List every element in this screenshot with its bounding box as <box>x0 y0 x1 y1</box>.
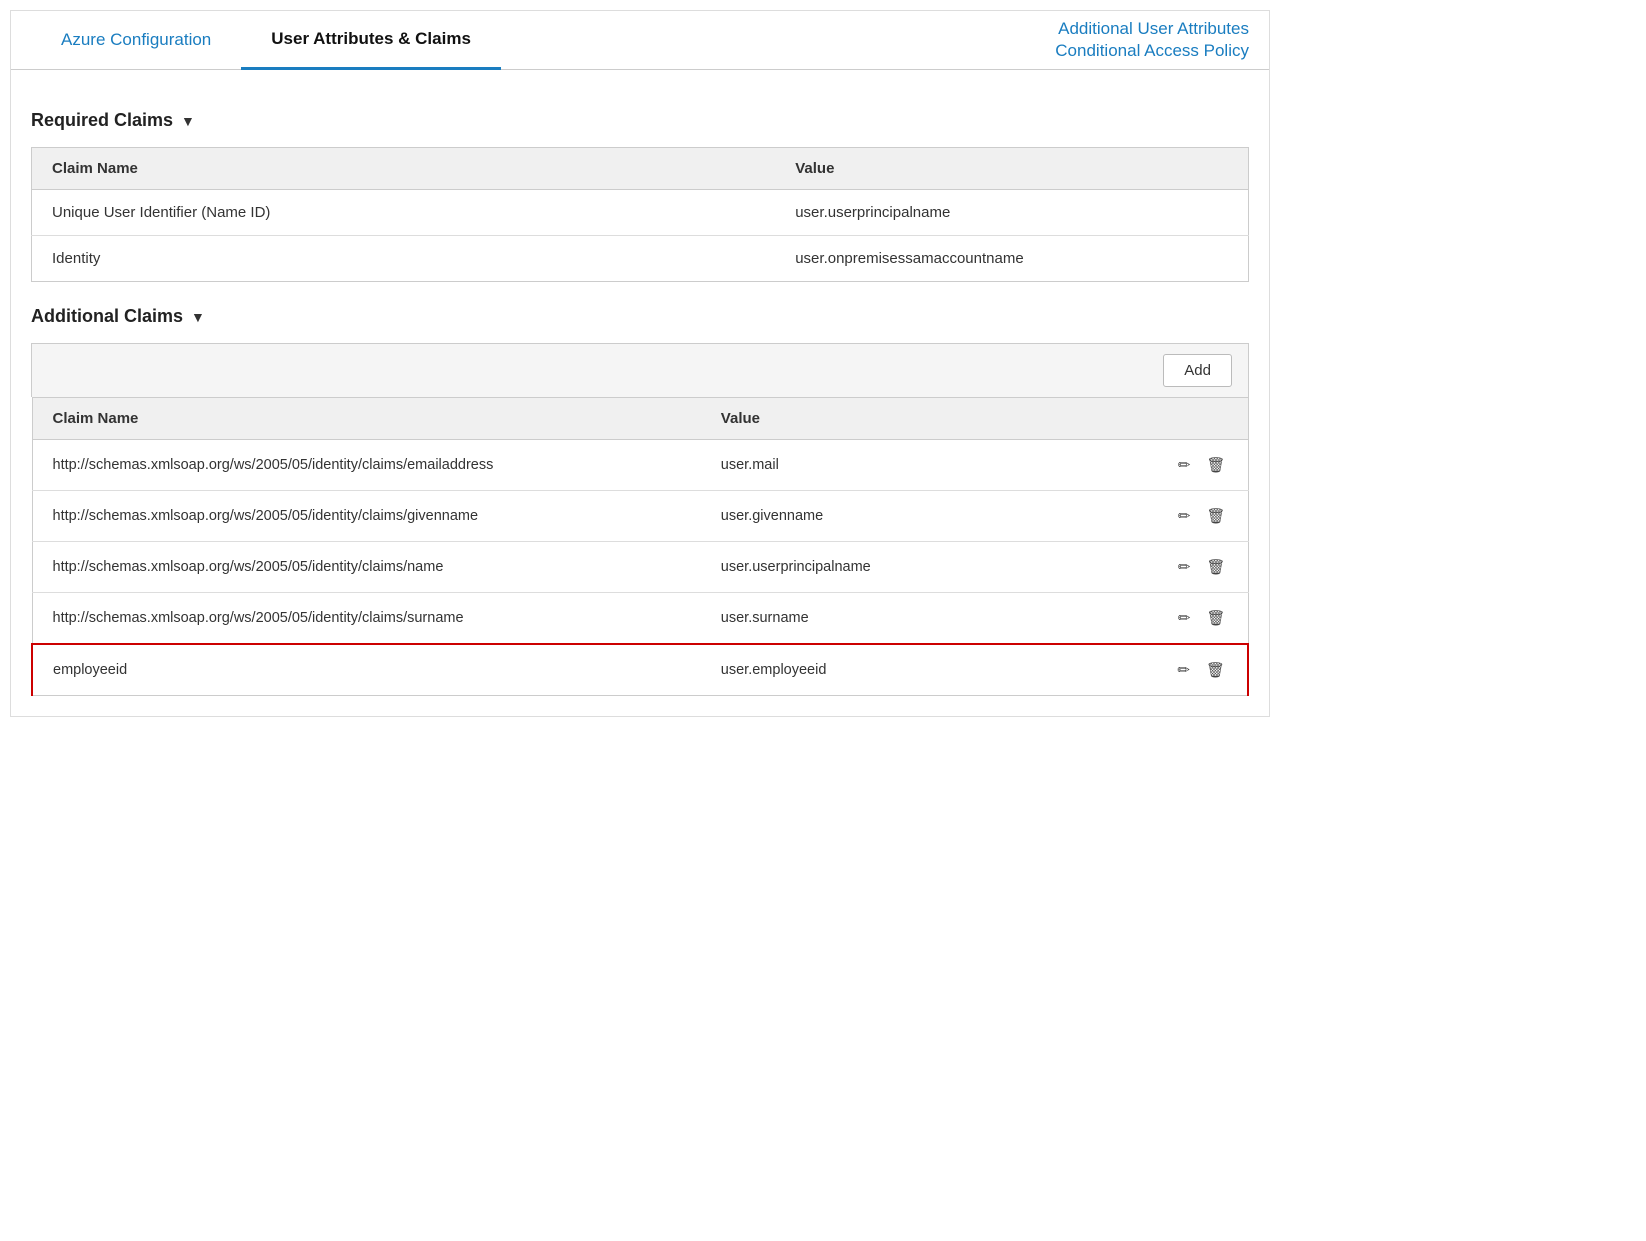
additional-claim-name-header: Claim Name <box>32 398 701 440</box>
additional-claim-name-cell: http://schemas.xmlsoap.org/ws/2005/05/id… <box>32 593 701 645</box>
required-claim-row: Identity user.onpremisessamaccountname <box>32 236 1249 282</box>
additional-claim-name-cell: http://schemas.xmlsoap.org/ws/2005/05/id… <box>32 542 701 593</box>
additional-claim-actions-cell: ✏ 🗑 <box>1126 542 1248 593</box>
additional-claim-name-cell: http://schemas.xmlsoap.org/ws/2005/05/id… <box>32 440 701 491</box>
required-claims-table: Claim Name Value Unique User Identifier … <box>31 147 1249 282</box>
delete-claim-button[interactable]: 🗑 <box>1204 659 1227 681</box>
additional-claim-actions-cell: ✏ 🗑 <box>1126 491 1248 542</box>
additional-claim-value-cell: user.userprincipalname <box>701 542 1127 593</box>
additional-claims-header-row: Claim Name Value <box>32 398 1248 440</box>
tab-right-group: Additional User Attributes Conditional A… <box>1055 19 1249 61</box>
delete-claim-button[interactable]: 🗑 <box>1204 454 1227 476</box>
tab-additional-user-attributes[interactable]: Additional User Attributes <box>1058 19 1249 39</box>
main-content: Required Claims ▼ Claim Name Value Uniqu… <box>11 70 1269 716</box>
required-claim-value-cell: user.userprincipalname <box>775 190 1248 236</box>
additional-claims-toolbar: Add <box>31 343 1249 397</box>
tab-user-attributes[interactable]: User Attributes & Claims <box>241 11 501 70</box>
additional-claims-chevron-icon[interactable]: ▼ <box>191 309 205 325</box>
tab-conditional-access[interactable]: Conditional Access Policy <box>1055 41 1249 61</box>
additional-claim-value-cell: user.employeeid <box>701 644 1127 696</box>
edit-claim-button[interactable]: ✏ <box>1176 556 1193 578</box>
required-claims-chevron-icon[interactable]: ▼ <box>181 113 195 129</box>
additional-claim-row: http://schemas.xmlsoap.org/ws/2005/05/id… <box>32 491 1248 542</box>
additional-claim-value-cell: user.surname <box>701 593 1127 645</box>
required-claim-value-cell: user.onpremisessamaccountname <box>775 236 1248 282</box>
additional-value-header: Value <box>701 398 1127 440</box>
required-claims-header[interactable]: Required Claims ▼ <box>31 110 1249 131</box>
edit-claim-button[interactable]: ✏ <box>1176 607 1193 629</box>
tab-azure-config[interactable]: Azure Configuration <box>31 12 241 68</box>
additional-actions-header <box>1126 398 1248 440</box>
required-claim-name-header: Claim Name <box>32 148 776 190</box>
additional-claim-name-cell: http://schemas.xmlsoap.org/ws/2005/05/id… <box>32 491 701 542</box>
additional-claims-title: Additional Claims <box>31 306 183 327</box>
additional-claim-value-cell: user.givenname <box>701 491 1127 542</box>
additional-claim-row: http://schemas.xmlsoap.org/ws/2005/05/id… <box>32 593 1248 645</box>
additional-claim-value-cell: user.mail <box>701 440 1127 491</box>
edit-claim-button[interactable]: ✏ <box>1176 454 1193 476</box>
edit-claim-button[interactable]: ✏ <box>1176 505 1193 527</box>
required-claims-header-row: Claim Name Value <box>32 148 1249 190</box>
additional-claim-name-cell: employeeid <box>32 644 701 696</box>
add-claim-button[interactable]: Add <box>1163 354 1232 387</box>
required-claim-name-cell: Identity <box>32 236 776 282</box>
additional-claims-table: Claim Name Value http://schemas.xmlsoap.… <box>31 397 1249 696</box>
additional-claims-header[interactable]: Additional Claims ▼ <box>31 306 1249 327</box>
required-claim-row: Unique User Identifier (Name ID) user.us… <box>32 190 1249 236</box>
required-claim-name-cell: Unique User Identifier (Name ID) <box>32 190 776 236</box>
required-claims-title: Required Claims <box>31 110 173 131</box>
delete-claim-button[interactable]: 🗑 <box>1204 556 1227 578</box>
delete-claim-button[interactable]: 🗑 <box>1204 505 1227 527</box>
tab-bar: Azure Configuration User Attributes & Cl… <box>11 11 1269 70</box>
additional-claim-row: employeeid user.employeeid ✏ 🗑 <box>32 644 1248 696</box>
additional-claim-actions-cell: ✏ 🗑 <box>1126 440 1248 491</box>
additional-claim-actions-cell: ✏ 🗑 <box>1126 593 1248 645</box>
additional-claim-row: http://schemas.xmlsoap.org/ws/2005/05/id… <box>32 542 1248 593</box>
additional-claim-actions-cell: ✏ 🗑 <box>1126 644 1248 696</box>
delete-claim-button[interactable]: 🗑 <box>1204 607 1227 629</box>
edit-claim-button[interactable]: ✏ <box>1175 659 1192 681</box>
required-value-header: Value <box>775 148 1248 190</box>
additional-claim-row: http://schemas.xmlsoap.org/ws/2005/05/id… <box>32 440 1248 491</box>
